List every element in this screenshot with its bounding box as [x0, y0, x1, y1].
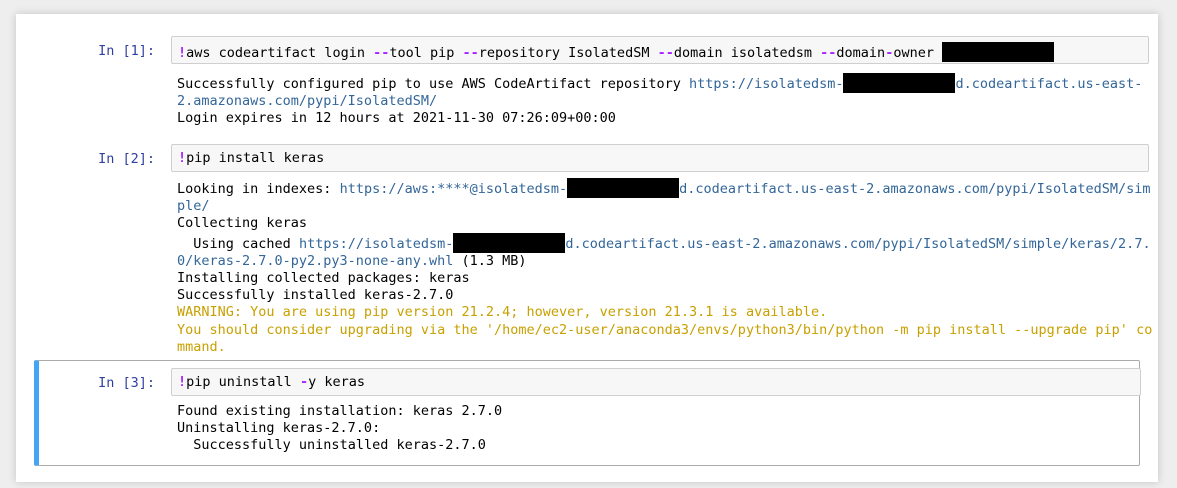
code-text: domain isolatedsm [673, 45, 821, 61]
code-text: domain [836, 45, 886, 61]
bang-operator: ! [178, 45, 187, 61]
code-input[interactable]: !aws codeartifact login --tool pip --rep… [171, 36, 1149, 64]
output-text: Installing collected packages: keras [177, 270, 470, 287]
code-cell-1[interactable]: In [1]: !aws codeartifact login --tool p… [34, 32, 1149, 144]
code-operator: -- [373, 45, 390, 61]
redacted-block [453, 232, 566, 253]
bang-operator: ! [178, 150, 187, 166]
output-text: Looking in indexes: [177, 181, 340, 197]
bang-operator: ! [178, 374, 187, 390]
code-operator: -- [462, 45, 479, 61]
cell-output: Successfully configured pip to use AWS C… [177, 73, 1153, 128]
code-text: repository IsolatedSM [478, 45, 658, 61]
output-text: (1.3 MB) [453, 252, 527, 269]
warning-text: WARNING: You are using pip version 21.2.… [177, 304, 828, 321]
output-link[interactable]: https://isolatedsm- [689, 76, 843, 92]
redacted-block [942, 42, 1055, 62]
output-text: Successfully configured pip to use AWS C… [177, 76, 690, 92]
output-text: Using cached [177, 235, 299, 252]
notebook-container: In [1]: !aws codeartifact login --tool p… [16, 14, 1158, 482]
code-cell-2[interactable]: In [2]: !pip install keras Looking in in… [34, 140, 1152, 356]
redacted-block [843, 73, 956, 93]
cell-output: Found existing installation: keras 2.7.0… [177, 403, 1153, 455]
code-text: y keras [308, 374, 365, 390]
code-input[interactable]: !pip uninstall -y keras [171, 368, 1141, 396]
code-text: pip install keras [186, 150, 325, 166]
code-text: aws codeartifact login [186, 45, 374, 61]
cell-output: Looking in indexes: https://aws:****@iso… [177, 178, 1153, 356]
input-prompt: In [2]: [98, 151, 155, 167]
warning-text: You should consider upgrading via the '/… [177, 321, 1153, 355]
redacted-block [567, 178, 680, 198]
output-text: Login expires in 12 hours at 2021-11-30 … [177, 110, 616, 127]
code-text: tool pip [389, 45, 463, 61]
output-text: Successfully installed keras-2.7.0 [177, 287, 454, 304]
input-prompt: In [3]: [98, 375, 155, 391]
output-text: Uninstalling keras-2.7.0: [177, 420, 381, 437]
output-text: Found existing installation: keras 2.7.0 [177, 403, 503, 419]
code-cell-3[interactable]: In [3]: !pip uninstall -y keras Found ex… [34, 360, 1141, 466]
code-text: pip uninstall [186, 374, 300, 390]
output-link[interactable]: https://aws:****@isolatedsm- [340, 181, 568, 197]
input-prompt: In [1]: [98, 43, 155, 59]
output-text: Successfully uninstalled keras-2.7.0 [177, 437, 486, 454]
code-operator: -- [820, 45, 837, 61]
code-operator: -- [657, 45, 674, 61]
code-input[interactable]: !pip install keras [171, 144, 1149, 172]
code-operator: - [299, 374, 309, 390]
output-text: Collecting keras [177, 215, 308, 232]
code-text: owner [893, 45, 943, 61]
output-link[interactable]: https://isolatedsm- [299, 236, 453, 252]
